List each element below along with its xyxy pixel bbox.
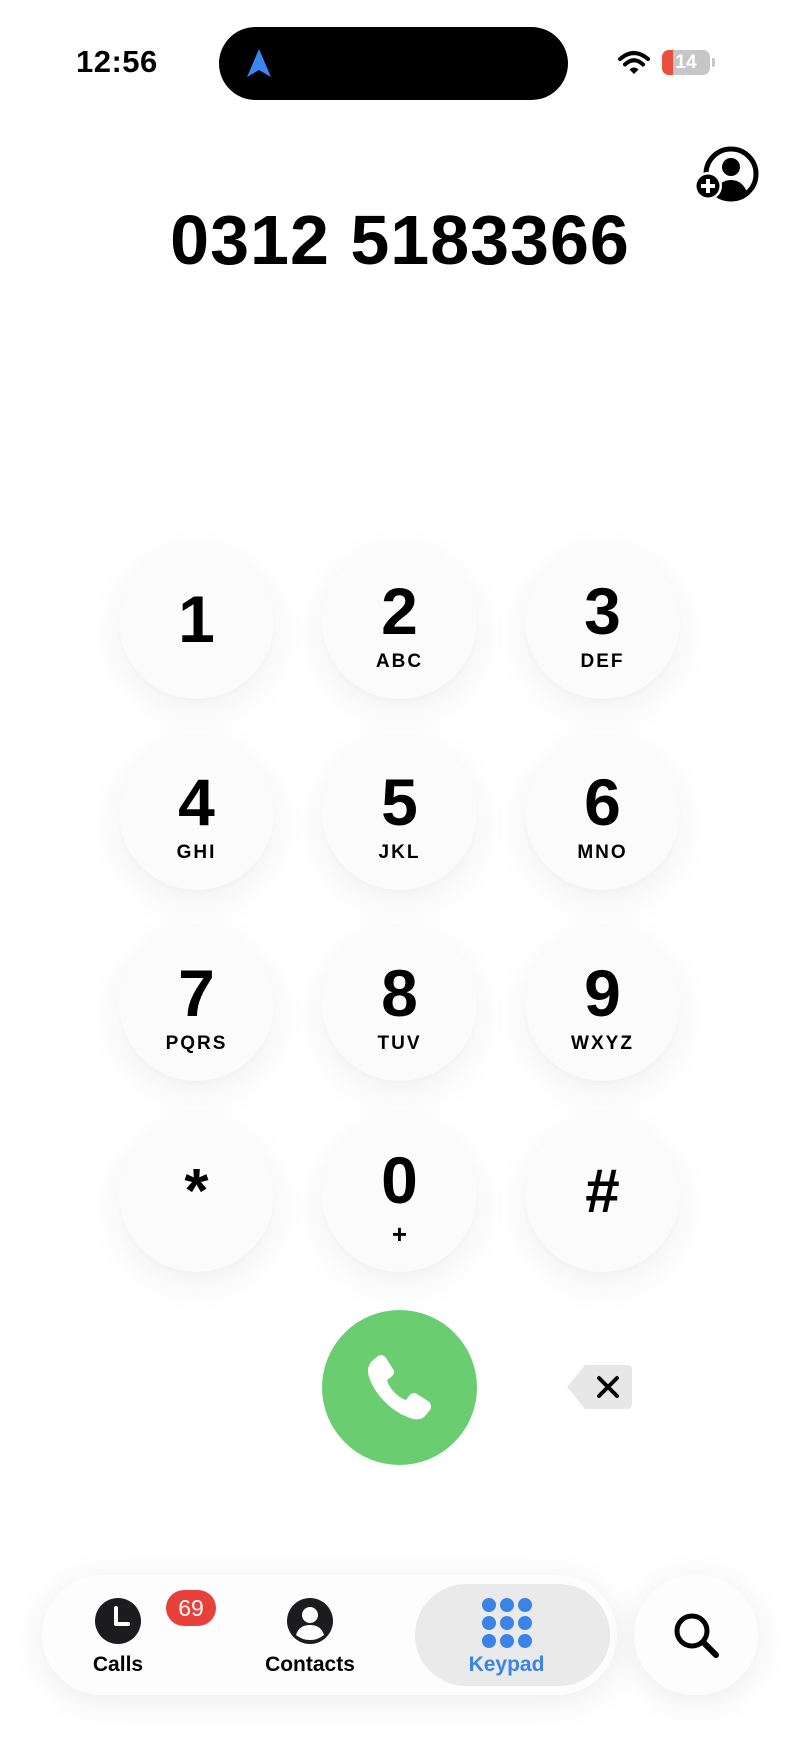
key-0[interactable]: 0 + [322,1117,477,1272]
key-8[interactable]: 8 TUV [322,926,477,1081]
key-1[interactable]: 1 [119,544,274,699]
calls-badge: 69 [166,1590,216,1626]
key-digit: 1 [178,582,215,656]
key-5[interactable]: 5 JKL [322,735,477,890]
key-3[interactable]: 3 DEF [525,544,680,699]
clock-icon [95,1598,141,1644]
key-letters: JKL [378,842,421,863]
key-7[interactable]: 7 PQRS [119,926,274,1081]
tab-bar: Calls Contacts Keypad [42,1575,617,1695]
key-2[interactable]: 2 ABC [322,544,477,699]
key-9[interactable]: 9 WXYZ [525,926,680,1081]
key-letters: + [391,1219,408,1249]
key-digit: 4 [178,765,215,839]
delete-backspace-icon[interactable] [565,1363,633,1411]
key-digit: 7 [178,956,215,1030]
key-letters: DEF [580,651,625,672]
wifi-icon [618,51,650,74]
phone-icon [368,1354,432,1420]
key-digit: 5 [381,765,418,839]
key-hash[interactable]: # [525,1117,680,1272]
search-icon [674,1613,719,1658]
battery-level: 14 [675,52,697,73]
tab-contacts[interactable]: Contacts [224,1575,408,1695]
key-digit: 9 [584,956,621,1030]
key-star[interactable]: * [119,1117,274,1272]
key-letters: ABC [375,651,424,672]
dynamic-island [219,27,568,100]
key-digit: 8 [381,956,418,1030]
location-arrow-icon [247,49,271,77]
key-digit: # [585,1157,620,1226]
key-6[interactable]: 6 MNO [525,735,680,890]
key-4[interactable]: 4 GHI [119,735,274,890]
key-letters: WXYZ [571,1033,634,1054]
key-letters: TUV [377,1033,422,1054]
key-digit: 2 [381,574,418,648]
battery-cap [712,58,715,67]
dialed-number: 0312 5183366 [170,201,630,279]
call-button[interactable] [322,1310,477,1465]
battery-icon: 14 [662,50,710,75]
key-digit: 6 [584,765,621,839]
key-letters: GHI [176,842,217,863]
key-letters: PQRS [165,1033,228,1054]
search-button[interactable] [634,1575,758,1695]
keypad-grid-icon [481,1598,532,1648]
tab-keypad-label: Keypad [468,1653,545,1676]
add-contact-icon[interactable] [694,146,760,204]
key-letters: MNO [577,842,628,863]
key-digit: 3 [584,574,621,648]
key-digit: 0 [381,1143,418,1217]
key-digit: * [184,1157,209,1226]
tab-calls-label: Calls [92,1653,144,1676]
status-time: 12:56 [76,44,158,79]
person-icon [287,1598,333,1644]
tab-contacts-label: Contacts [265,1653,355,1676]
tab-keypad[interactable]: Keypad [415,1584,610,1686]
